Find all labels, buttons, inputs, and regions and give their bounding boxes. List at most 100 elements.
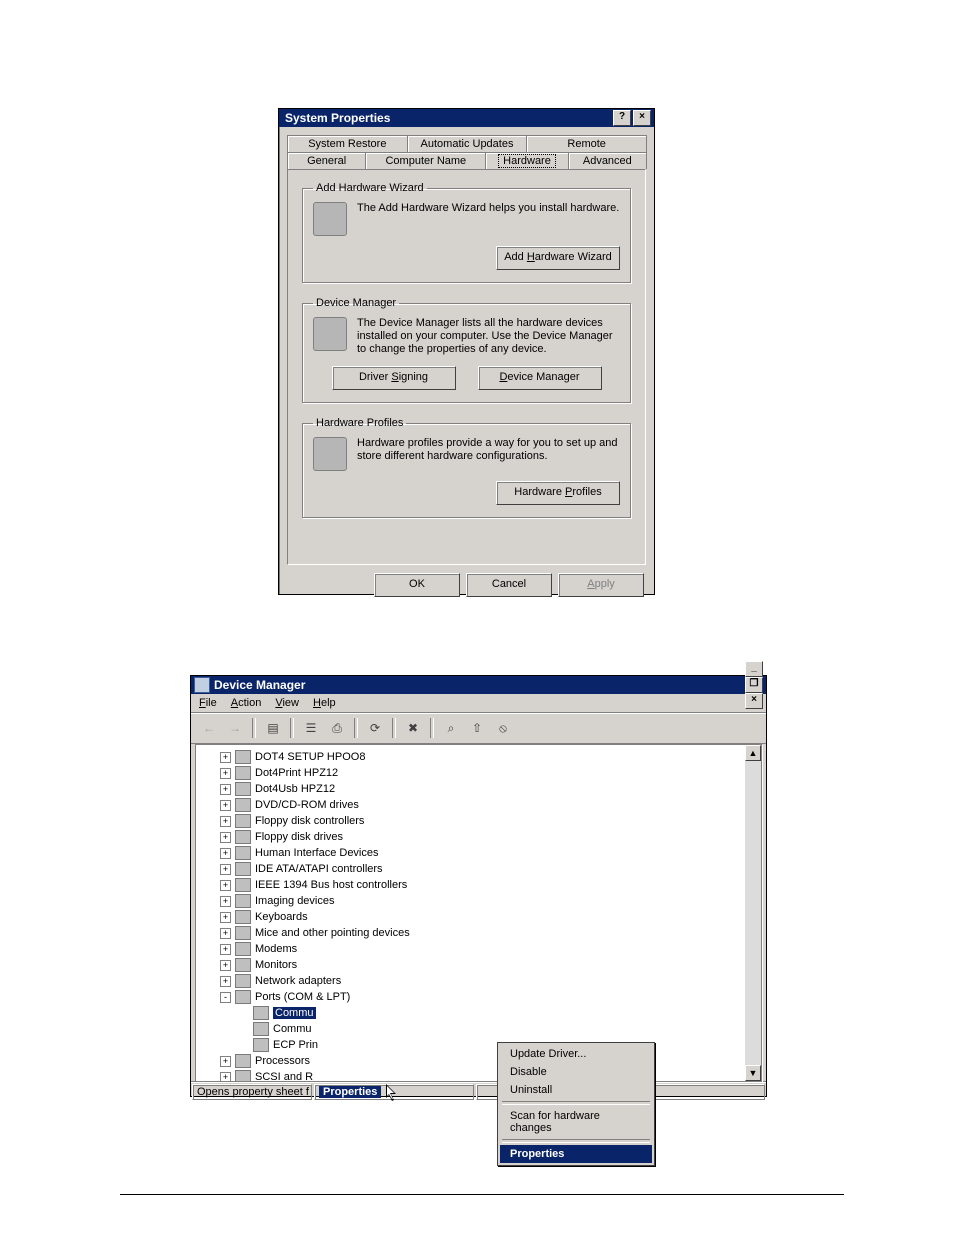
- tab-page-hardware: Add Hardware Wizard The Add Hardware Wiz…: [287, 169, 646, 565]
- tree-node[interactable]: Commu: [196, 1021, 761, 1037]
- device-manager-button[interactable]: Device Manager: [478, 366, 602, 390]
- uninstall-icon[interactable]: ✖: [401, 716, 425, 740]
- back-icon[interactable]: ←: [197, 716, 221, 740]
- expand-icon[interactable]: +: [220, 752, 231, 763]
- minimize-button[interactable]: _: [745, 661, 763, 677]
- expand-icon[interactable]: +: [220, 896, 231, 907]
- close-button[interactable]: ×: [633, 110, 651, 126]
- expand-icon[interactable]: +: [220, 848, 231, 859]
- disable-icon[interactable]: ⦸: [491, 716, 515, 740]
- expand-icon[interactable]: +: [220, 816, 231, 827]
- forward-icon[interactable]: →: [223, 716, 247, 740]
- group-device-manager: Device Manager The Device Manager lists …: [302, 297, 631, 403]
- tab-automatic-updates[interactable]: Automatic Updates: [407, 135, 528, 152]
- group-hardware-profiles: Hardware Profiles Hardware profiles prov…: [302, 417, 631, 518]
- device-icon: [235, 798, 251, 812]
- context-menu-item[interactable]: Update Driver...: [500, 1045, 652, 1063]
- context-menu-item[interactable]: Disable: [500, 1063, 652, 1081]
- menu-file[interactable]: File: [199, 697, 217, 709]
- scroll-down-icon[interactable]: ▼: [745, 1065, 761, 1081]
- expand-icon[interactable]: +: [220, 800, 231, 811]
- tab-remote[interactable]: Remote: [526, 135, 647, 152]
- expand-icon[interactable]: +: [220, 928, 231, 939]
- device-icon: [235, 1070, 251, 1082]
- expand-icon[interactable]: +: [220, 864, 231, 875]
- restore-button[interactable]: ❐: [745, 677, 763, 693]
- tree-node[interactable]: +Modems: [196, 941, 761, 957]
- ok-button[interactable]: OK: [374, 573, 460, 597]
- device-icon: [235, 846, 251, 860]
- tree-node[interactable]: +Keyboards: [196, 909, 761, 925]
- expand-icon[interactable]: +: [220, 1056, 231, 1067]
- tab-general[interactable]: General: [287, 152, 366, 169]
- update-icon[interactable]: ⇧: [465, 716, 489, 740]
- tab-hardware[interactable]: Hardware: [485, 152, 568, 169]
- toolbar-separator: [354, 718, 358, 738]
- tab-computer-name[interactable]: Computer Name: [365, 152, 486, 169]
- menu-action[interactable]: Action: [231, 697, 262, 709]
- dialog-buttons: OK Cancel Apply: [279, 573, 654, 597]
- tree-node[interactable]: +DVD/CD-ROM drives: [196, 797, 761, 813]
- help-button[interactable]: ?: [613, 110, 631, 126]
- tree-node[interactable]: + Floppy disk controllers: [196, 813, 761, 829]
- expand-icon[interactable]: +: [220, 912, 231, 923]
- tree-node-label: DOT4 SETUP HPOO8: [255, 751, 365, 763]
- tree-node-label: Floppy disk controllers: [255, 815, 364, 827]
- device-icon: [235, 830, 251, 844]
- hardware-profiles-button[interactable]: Hardware Profiles: [496, 481, 620, 505]
- device-manager-window: Device Manager _ ❐ × File Action View He…: [190, 675, 767, 1097]
- print-icon[interactable]: ⎙: [325, 716, 349, 740]
- device-manager-icon: [313, 317, 347, 351]
- apply-button[interactable]: Apply: [558, 573, 644, 597]
- tree-node[interactable]: +IEEE 1394 Bus host controllers: [196, 877, 761, 893]
- driver-signing-button[interactable]: Driver Signing: [332, 366, 456, 390]
- scan-icon[interactable]: ⌕: [439, 716, 463, 740]
- tree-node[interactable]: + Dot4Print HPZ12: [196, 765, 761, 781]
- tab-system-restore[interactable]: System Restore: [287, 135, 408, 152]
- tree-node[interactable]: +Dot4Usb HPZ12: [196, 781, 761, 797]
- tree-node[interactable]: ECP Prin: [196, 1037, 761, 1053]
- tree-node[interactable]: +Human Interface Devices: [196, 845, 761, 861]
- tree-node-label: Dot4Print HPZ12: [255, 767, 338, 779]
- tree-node[interactable]: + DOT4 SETUP HPOO8: [196, 749, 761, 765]
- menu-help[interactable]: Help: [313, 697, 336, 709]
- properties-icon[interactable]: ☰: [299, 716, 323, 740]
- refresh-icon[interactable]: ⟳: [363, 716, 387, 740]
- device-tree[interactable]: + DOT4 SETUP HPOO8 + Dot4Print HPZ12 +Dot4Us…: [195, 744, 762, 1082]
- tree-node[interactable]: +IDE ATA/ATAPI controllers: [196, 861, 761, 877]
- cancel-button[interactable]: Cancel: [466, 573, 552, 597]
- context-menu-item[interactable]: Scan for hardware changes: [500, 1107, 652, 1137]
- context-menu-item[interactable]: Uninstall: [500, 1081, 652, 1099]
- tab-advanced[interactable]: Advanced: [568, 152, 647, 169]
- tree-node[interactable]: - Ports (COM & LPT): [196, 989, 761, 1005]
- scroll-up-icon[interactable]: ▲: [745, 745, 761, 761]
- expand-icon[interactable]: +: [220, 768, 231, 779]
- tree-node[interactable]: +Mice and other pointing devices: [196, 925, 761, 941]
- menu-bar: File Action View Help: [191, 694, 766, 713]
- expand-icon[interactable]: +: [220, 832, 231, 843]
- close-button[interactable]: ×: [745, 693, 763, 709]
- tree-node[interactable]: +Floppy disk drives: [196, 829, 761, 845]
- hardware-profiles-icon: [313, 437, 347, 471]
- vertical-scrollbar[interactable]: ▲ ▼: [745, 745, 761, 1081]
- tree-node[interactable]: +Imaging devices: [196, 893, 761, 909]
- tree-node[interactable]: +SCSI and R: [196, 1069, 761, 1082]
- expand-icon[interactable]: +: [220, 976, 231, 987]
- expand-icon[interactable]: +: [220, 1072, 231, 1083]
- device-icon: [235, 782, 251, 796]
- expand-icon[interactable]: +: [220, 784, 231, 795]
- add-hardware-wizard-button[interactable]: Add Hardware Wizard: [496, 246, 620, 270]
- tree-node[interactable]: Commu: [196, 1005, 761, 1021]
- tree-node[interactable]: +Network adapters: [196, 973, 761, 989]
- collapse-icon[interactable]: -: [220, 992, 231, 1003]
- expand-icon[interactable]: +: [220, 960, 231, 971]
- expand-icon[interactable]: +: [220, 944, 231, 955]
- up-icon[interactable]: ▤: [261, 716, 285, 740]
- tree-node[interactable]: +Processors: [196, 1053, 761, 1069]
- tree-node-label: Ports (COM & LPT): [255, 991, 350, 1003]
- context-menu-item[interactable]: Properties: [500, 1145, 652, 1163]
- group-text: The Add Hardware Wizard helps you instal…: [357, 202, 620, 215]
- menu-view[interactable]: View: [275, 697, 299, 709]
- expand-icon[interactable]: +: [220, 880, 231, 891]
- tree-node[interactable]: +Monitors: [196, 957, 761, 973]
